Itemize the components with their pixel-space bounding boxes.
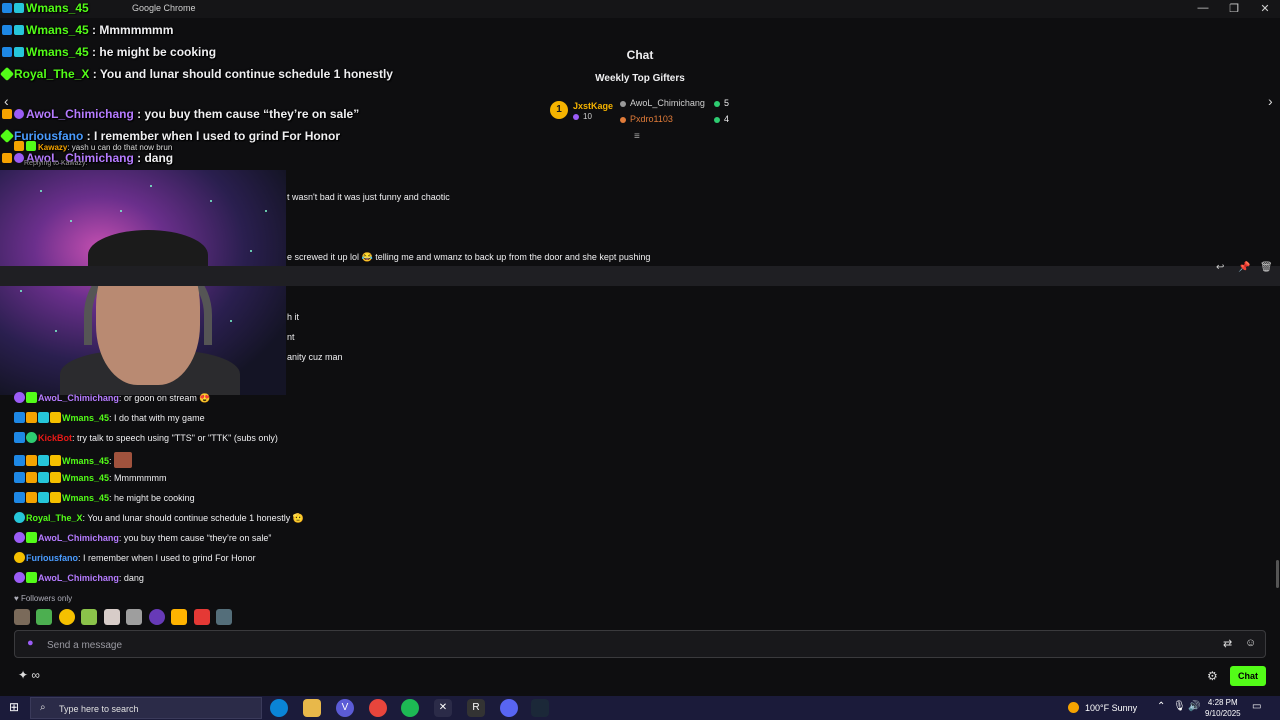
window-title: Google Chrome: [132, 3, 196, 13]
gifter-count: 5: [714, 98, 729, 108]
taskbar-search-box[interactable]: ⌕ Type here to search: [30, 697, 262, 719]
emote-icon[interactable]: [103, 609, 120, 625]
weather-widget[interactable]: 100°F Sunny: [1068, 702, 1137, 713]
points-icon[interactable]: ✦ ∞: [18, 668, 40, 682]
mic-icon[interactable]: ●: [27, 637, 34, 649]
chat-message[interactable]: Royal_The_X: You and lunar should contin…: [14, 512, 304, 524]
window-titlebar: Google Chrome — ❐ ✕: [0, 0, 1280, 18]
chat-message[interactable]: Furiousfano: I remember when I used to g…: [14, 552, 256, 563]
emote-image: [113, 452, 132, 468]
emote-icon[interactable]: [126, 609, 143, 625]
emote-icon[interactable]: [171, 609, 188, 625]
windows-taskbar: ⊞ ⌕ Type here to search V ✕ R 100°F Sunn…: [0, 696, 1280, 720]
app-v-icon[interactable]: V: [336, 699, 354, 717]
close-button[interactable]: ✕: [1250, 2, 1280, 15]
rank-badge: 1: [550, 101, 568, 119]
overlay-line: Wmans_45 : he might be cooking: [2, 45, 216, 59]
gifter-row[interactable]: Pxdro1103: [620, 114, 673, 124]
message-input-box[interactable]: ● ⇄ ☺: [14, 630, 1266, 658]
emote-icon[interactable]: [148, 609, 165, 625]
gift-icon: [573, 113, 579, 120]
collapse-icon[interactable]: ≡: [634, 131, 640, 142]
chat-message[interactable]: AwoL_Chimichang: dang: [14, 572, 144, 583]
chat-scrollbar[interactable]: [1276, 560, 1279, 588]
hovered-message-row[interactable]: [0, 266, 1280, 286]
roblox-icon[interactable]: R: [467, 699, 485, 717]
delete-icon[interactable]: 🗑: [1260, 262, 1273, 273]
settings-gear-icon[interactable]: ⚙: [1207, 669, 1218, 683]
overlay-line: Wmans_45: [2, 1, 89, 15]
mic-tray-icon[interactable]: 🎙: [1173, 701, 1186, 712]
chat-send-button[interactable]: Chat: [1230, 666, 1266, 686]
chat-message[interactable]: AwoL_Chimichang: you buy them cause “the…: [14, 532, 271, 543]
tray-chevron-icon[interactable]: ⌃: [1157, 701, 1165, 712]
emote-strip[interactable]: [14, 609, 234, 625]
emoji-icon[interactable]: ☺: [1245, 637, 1256, 649]
minimize-button[interactable]: —: [1188, 2, 1218, 14]
reply-label: Replying to Kawazy:: [24, 160, 88, 167]
message-fragment: nt: [287, 332, 295, 342]
steam-icon[interactable]: [531, 699, 549, 717]
chat-message[interactable]: Wmans_45: Mmmmmmm: [14, 472, 167, 483]
taskbar-search-placeholder: Type here to search: [59, 704, 139, 714]
message-fragment: t wasn't bad it was just funny and chaot…: [287, 192, 450, 202]
top-gifter-name: JxstKage: [573, 101, 614, 111]
emote-icon[interactable]: [36, 609, 53, 625]
spotify-icon[interactable]: [401, 699, 419, 717]
overlay-line: Wmans_45 : Mmmmmmm: [2, 23, 173, 37]
sun-icon: [1068, 702, 1079, 713]
pin-icon[interactable]: 📌: [1238, 262, 1250, 273]
search-icon: ⌕: [40, 702, 46, 713]
message-fragment: h it: [287, 312, 300, 322]
emote-icon[interactable]: [14, 609, 30, 625]
taskbar-clock[interactable]: 4:28 PM 9/10/2025: [1205, 697, 1241, 719]
send-message-input[interactable]: [47, 637, 1197, 653]
file-explorer-icon[interactable]: [303, 699, 321, 717]
speaker-icon[interactable]: 🔊: [1188, 701, 1200, 712]
discord-icon[interactable]: [500, 699, 518, 717]
chat-message[interactable]: Wmans_45: I do that with my game: [14, 412, 205, 423]
chat-message[interactable]: Wmans_45:: [14, 452, 133, 468]
overlay-line: Royal_The_X : You and lunar should conti…: [0, 66, 393, 82]
maximize-button[interactable]: ❐: [1219, 2, 1249, 15]
xbox-app-icon[interactable]: ✕: [434, 699, 452, 717]
followers-only-label: ♥ Followers only: [14, 594, 73, 603]
gifter-row[interactable]: AwoL_Chimichang: [620, 98, 705, 108]
gifter-count: 4: [714, 114, 729, 124]
emote-icon[interactable]: [193, 609, 210, 625]
windows-start-icon[interactable]: ⊞: [9, 700, 19, 714]
chat-message[interactable]: AwoL_Chimichang: or goon on stream 😍: [14, 392, 211, 404]
translate-icon[interactable]: ⇄: [1223, 637, 1232, 650]
weekly-top-gifters-title: Weekly Top Gifters: [595, 73, 685, 84]
overlay-line: AwoL_Chimichang : you buy them cause “th…: [2, 107, 359, 121]
notification-icon[interactable]: ▭: [1252, 701, 1261, 712]
chrome-icon[interactable]: [369, 699, 387, 717]
next-arrow-icon[interactable]: ›: [1268, 93, 1273, 109]
chat-message[interactable]: Wmans_45: he might be cooking: [14, 492, 195, 503]
rank-icon: [620, 116, 626, 123]
emote-icon[interactable]: [81, 609, 98, 625]
emote-icon[interactable]: [58, 609, 75, 625]
edge-icon[interactable]: [270, 699, 288, 717]
chat-message[interactable]: KickBot: try talk to speech using "TTS" …: [14, 432, 278, 443]
message-fragment: e screwed it up lol 😂 telling me and wma…: [287, 252, 651, 262]
reply-icon[interactable]: ↩: [1216, 262, 1224, 273]
rank-icon: [620, 100, 626, 107]
top-gifter-count: 10: [573, 112, 592, 121]
emote-icon[interactable]: [216, 609, 233, 625]
message-fragment: anity cuz man: [287, 352, 343, 362]
